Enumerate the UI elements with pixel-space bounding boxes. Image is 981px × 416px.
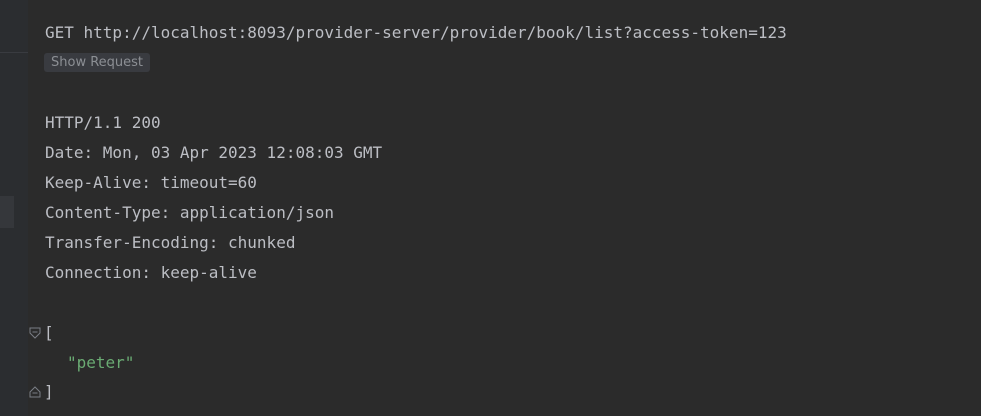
gutter-selection-marker xyxy=(0,196,14,228)
status-line: HTTP/1.1 200 xyxy=(45,113,161,132)
header-date: Date: Mon, 03 Apr 2023 12:08:03 GMT xyxy=(45,143,383,162)
json-string-item: "peter" xyxy=(67,353,135,372)
gutter-top-block xyxy=(0,0,28,52)
show-request-button[interactable]: Show Request xyxy=(44,53,151,72)
header-content-type: Content-Type: application/json xyxy=(45,203,334,222)
header-connection: Connection: keep-alive xyxy=(45,263,257,282)
json-close-bracket: ] xyxy=(44,382,54,401)
editor-area[interactable]: GET http://localhost:8093/provider-serve… xyxy=(28,0,981,416)
http-response-viewer: GET http://localhost:8093/provider-serve… xyxy=(0,0,981,416)
fold-open-icon[interactable] xyxy=(29,327,41,339)
fold-close-icon[interactable] xyxy=(29,386,41,398)
header-keep-alive: Keep-Alive: timeout=60 xyxy=(45,173,257,192)
request-line: GET http://localhost:8093/provider-serve… xyxy=(45,23,787,42)
json-open-bracket: [ xyxy=(44,323,54,342)
left-gutter xyxy=(0,0,28,416)
gutter-separator xyxy=(0,52,28,53)
header-transfer-encoding: Transfer-Encoding: chunked xyxy=(45,233,296,252)
